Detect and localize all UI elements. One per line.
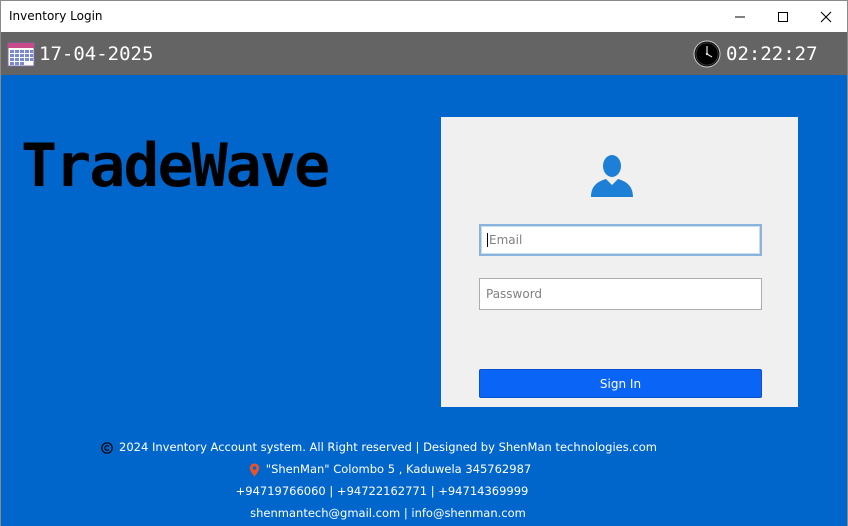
footer-copyright: 2024 Inventory Account system. All Right… [0, 440, 802, 454]
password-placeholder: Password [486, 287, 543, 301]
close-icon [820, 11, 832, 22]
password-field[interactable]: Password [479, 278, 762, 310]
footer-emails: shenmantech@gmail.com | info@shenman.com [250, 506, 526, 520]
minimize-icon [735, 16, 745, 17]
text-caret [487, 233, 488, 247]
copyright-text: 2024 Inventory Account system. All Right… [119, 440, 657, 454]
clock-icon [693, 40, 721, 68]
status-bar: 17-04-2025 02:22:27 [1, 32, 847, 75]
copyright-icon [101, 441, 113, 454]
close-button[interactable] [804, 1, 848, 32]
minimize-button[interactable] [718, 1, 762, 32]
window-title: Inventory Login [9, 9, 103, 23]
calendar-icon [7, 42, 35, 67]
maximize-icon [778, 11, 788, 22]
footer-address: "ShenMan" Colombo 5 , Kaduwela 345762987 [0, 462, 813, 477]
sign-in-button[interactable]: Sign In [479, 369, 762, 398]
main-panel: TradeWave Email Password Sign In 2024 In… [1, 75, 847, 526]
user-icon [591, 155, 633, 197]
address-text: "ShenMan" Colombo 5 , Kaduwela 345762987 [265, 462, 532, 476]
current-date: 17-04-2025 [39, 43, 154, 65]
email-field[interactable]: Email [479, 224, 762, 256]
login-window: Inventory Login 17-04-2025 02:22:27 Trad… [0, 0, 848, 526]
title-bar: Inventory Login [1, 1, 847, 32]
maximize-button[interactable] [761, 1, 805, 32]
email-placeholder: Email [489, 233, 523, 247]
current-time: 02:22:27 [726, 43, 818, 65]
login-card: Email Password Sign In [441, 117, 798, 407]
footer-phones: +94719766060 | +94722162771 | +947143699… [235, 484, 529, 498]
location-pin-icon [249, 463, 259, 476]
brand-title: TradeWave [21, 131, 330, 201]
